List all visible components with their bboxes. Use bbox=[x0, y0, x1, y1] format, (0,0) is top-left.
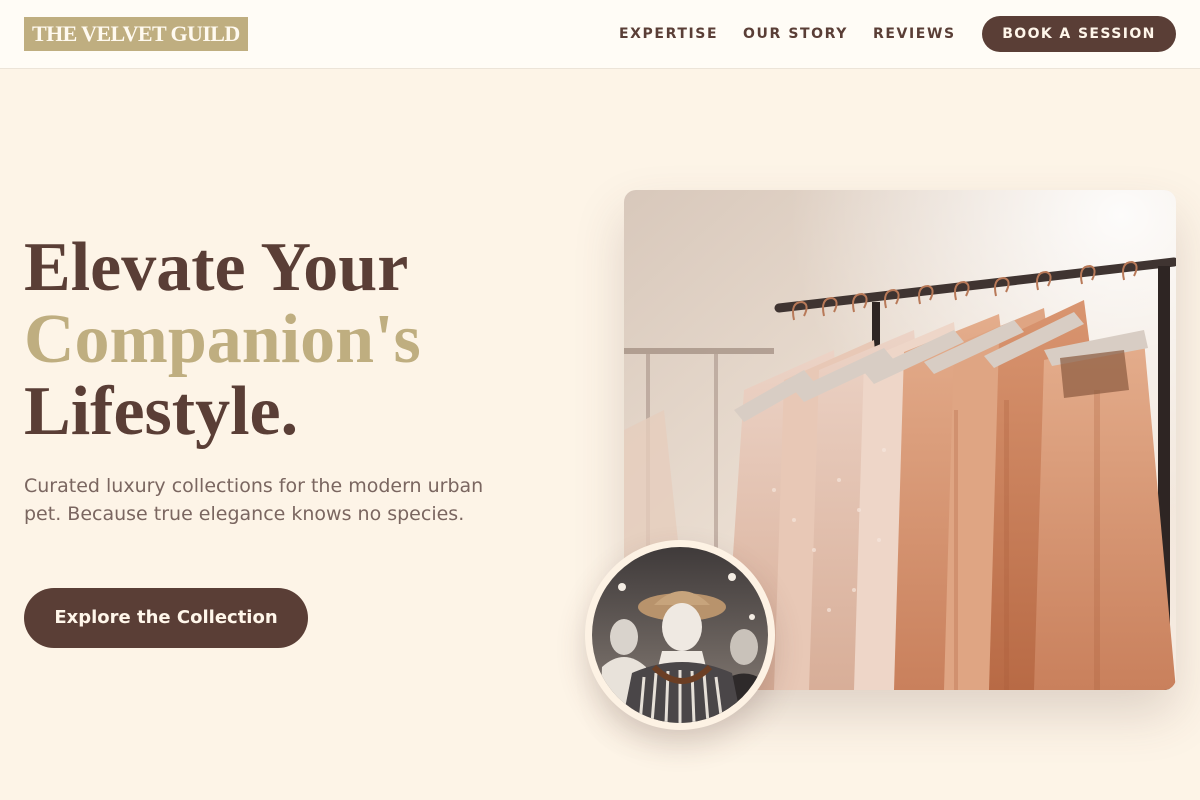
nav-link-reviews[interactable]: REVIEWS bbox=[873, 26, 956, 42]
headline-line-1: Elevate Your bbox=[24, 229, 409, 306]
hero-subcopy: Curated luxury collections for the moder… bbox=[24, 475, 484, 525]
nav-link-expertise[interactable]: EXPERTISE bbox=[619, 26, 718, 42]
brand-logo[interactable]: THE VELVET GUILD bbox=[24, 17, 248, 51]
site-header: THE VELVET GUILD EXPERTISE OUR STORY REV… bbox=[0, 0, 1200, 69]
headline-accent: Companion's bbox=[24, 301, 421, 378]
book-session-button[interactable]: BOOK A SESSION bbox=[982, 16, 1176, 52]
headline-line-3: Lifestyle. bbox=[24, 373, 299, 450]
mannequin-photo bbox=[592, 547, 768, 723]
explore-collection-button[interactable]: Explore the Collection bbox=[24, 588, 308, 648]
mannequin-photo-frame bbox=[585, 540, 775, 730]
nav-link-our-story[interactable]: OUR STORY bbox=[743, 26, 848, 42]
hero-headline: Elevate Your Companion's Lifestyle. bbox=[24, 232, 421, 448]
